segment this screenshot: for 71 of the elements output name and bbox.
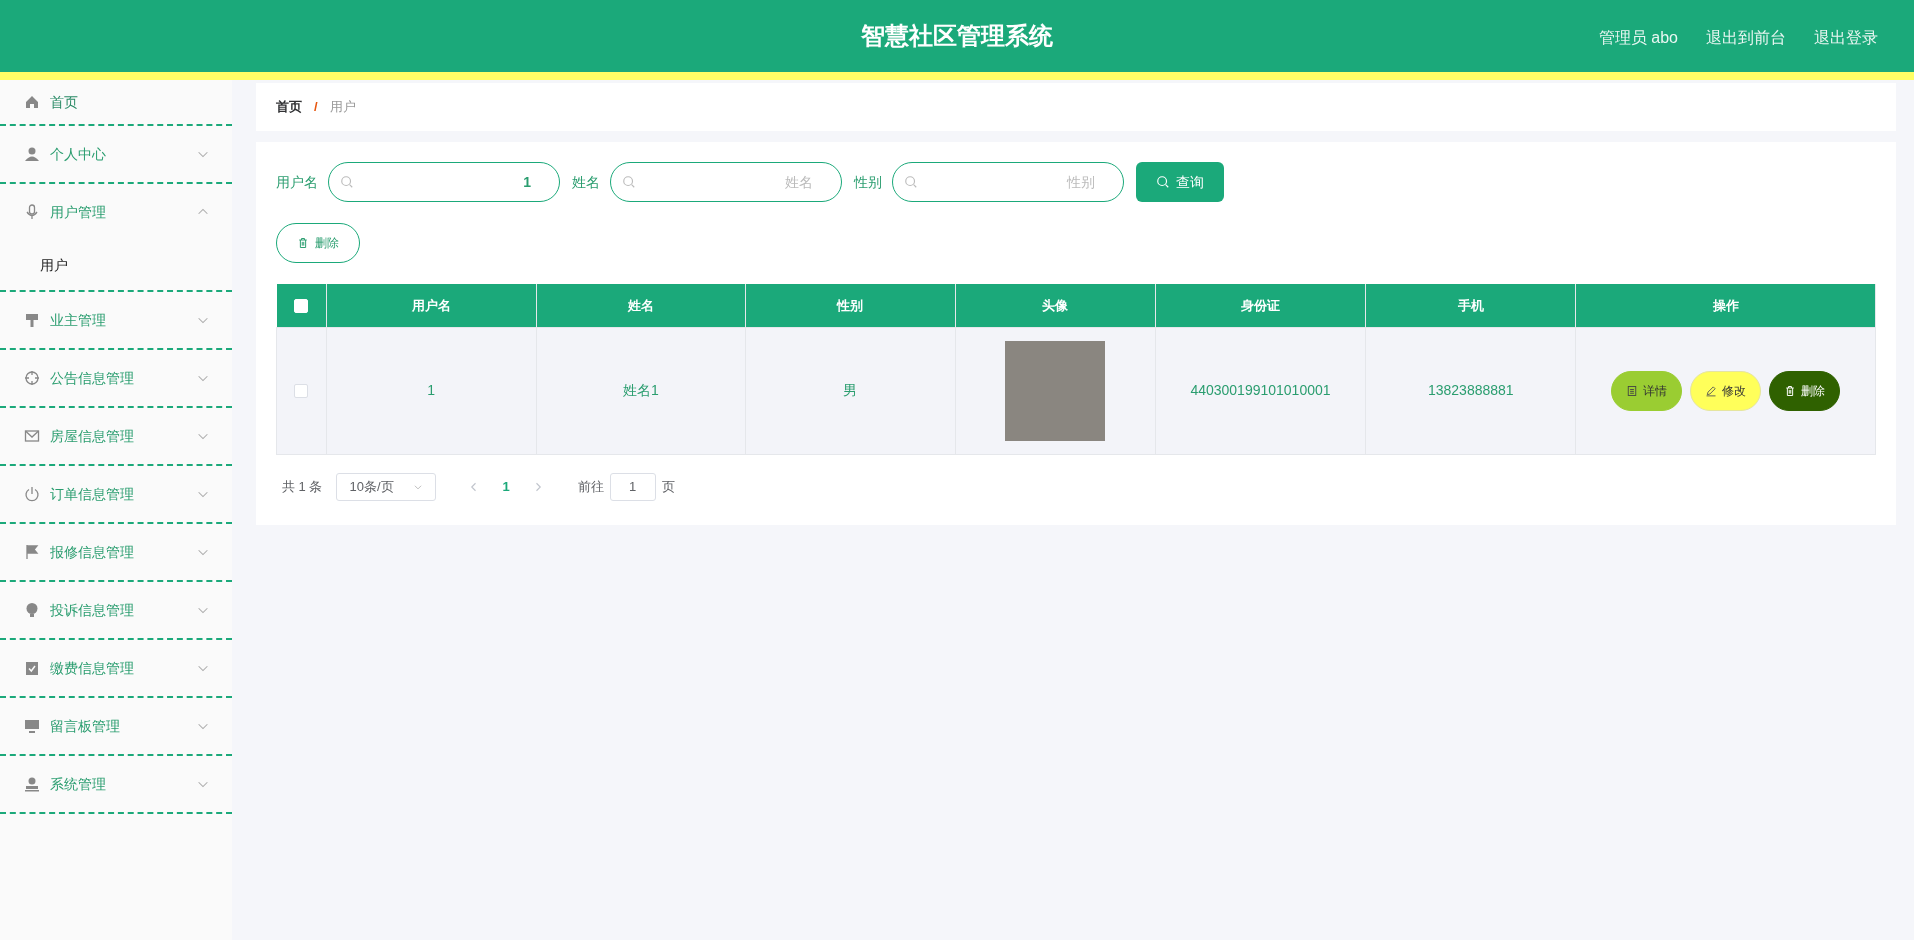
page-size-select[interactable]: 10条/页 <box>336 472 437 501</box>
search-icon <box>340 175 354 189</box>
page-suffix: 页 <box>661 477 675 496</box>
search-field[interactable]: 性别 <box>892 162 1124 202</box>
clipboard-check-icon <box>24 660 40 676</box>
trash-icon <box>297 237 309 249</box>
goto-label: 前往 <box>577 477 604 496</box>
sidebar-item[interactable]: 报修信息管理 <box>0 524 232 580</box>
sidebar-item[interactable]: 用户管理 <box>0 184 232 240</box>
column-header: 用户名 <box>411 297 451 313</box>
submenu-item[interactable]: 用户 <box>0 240 232 290</box>
header-link[interactable]: 管理员 abo <box>1598 26 1678 50</box>
flag-icon <box>24 544 40 560</box>
field-label: 姓名 <box>572 172 600 192</box>
column-header: 操作 <box>1712 297 1739 313</box>
mail-icon <box>24 428 40 444</box>
search-field[interactable]: 1 <box>328 162 560 202</box>
pencil-icon <box>1705 384 1718 397</box>
header-link[interactable]: 退出登录 <box>1814 26 1878 50</box>
lightbulb-icon <box>24 602 40 618</box>
sidebar-item[interactable]: 个人中心 <box>0 126 232 182</box>
user-icon <box>24 146 40 162</box>
search-icon <box>904 175 918 189</box>
table-cell: 13823888881 <box>1427 382 1514 398</box>
delete-button[interactable]: 删除 <box>276 223 360 263</box>
sidebar-item[interactable]: 留言板管理 <box>0 698 232 754</box>
trash-icon <box>1784 384 1797 397</box>
app-title: 智慧社区管理系统 <box>861 22 1053 49</box>
sidebar-item[interactable]: 订单信息管理 <box>0 466 232 522</box>
sidebar-item[interactable]: 房屋信息管理 <box>0 408 232 464</box>
header-link[interactable]: 退出到前台 <box>1706 26 1786 50</box>
field-label: 用户名 <box>276 172 318 192</box>
select-all-checkbox[interactable] <box>294 299 309 314</box>
microphone-icon <box>24 204 40 220</box>
breadcrumb-separator: / <box>314 98 318 117</box>
edit-button[interactable]: 修改 <box>1690 370 1762 411</box>
search-button[interactable]: 查询 <box>1136 162 1224 202</box>
page-number[interactable]: 1 <box>490 476 522 497</box>
row-checkbox[interactable] <box>294 384 309 399</box>
sidebar-item[interactable]: 投诉信息管理 <box>0 582 232 638</box>
stamp-icon <box>24 776 40 792</box>
page-input[interactable]: 1 <box>609 472 656 501</box>
sidebar-item[interactable]: 缴费信息管理 <box>0 640 232 696</box>
column-header: 手机 <box>1457 297 1484 313</box>
table-cell: 姓名1 <box>622 382 659 398</box>
search-icon <box>1156 175 1170 189</box>
crosshair-icon <box>24 370 40 386</box>
power-icon <box>24 486 40 502</box>
breadcrumb-item[interactable]: 首页 <box>276 97 302 117</box>
breadcrumb-item: 用户 <box>329 98 356 117</box>
column-header: 身份证 <box>1240 297 1280 313</box>
home-icon <box>24 94 40 110</box>
sidebar-item[interactable]: 公告信息管理 <box>0 350 232 406</box>
table-cell: 440300199101010001 <box>1190 382 1331 398</box>
sidebar-item[interactable]: 首页 <box>0 80 232 124</box>
column-header: 头像 <box>1042 297 1069 313</box>
search-field[interactable]: 姓名 <box>610 162 842 202</box>
search-icon <box>622 175 636 189</box>
sidebar-item[interactable]: 业主管理 <box>0 292 232 348</box>
delete-button[interactable]: 删除 <box>1769 370 1841 411</box>
table-cell: 男 <box>843 382 858 398</box>
column-header: 性别 <box>837 297 864 313</box>
total-count: 共 1 条 <box>282 477 323 496</box>
sidebar-item[interactable]: 系统管理 <box>0 756 232 812</box>
field-label: 性别 <box>854 172 882 192</box>
table-cell: 1 <box>427 382 436 398</box>
paint-roller-icon <box>24 312 40 328</box>
details-button[interactable]: 详情 <box>1611 370 1683 411</box>
monitor-icon <box>24 718 40 734</box>
column-header: 姓名 <box>627 297 654 313</box>
document-icon <box>1626 384 1639 397</box>
